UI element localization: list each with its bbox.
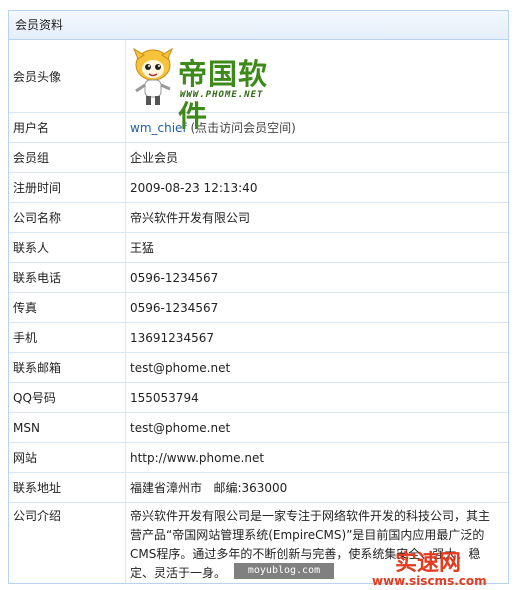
mascot-icon bbox=[132, 47, 174, 105]
group-label: 会员组 bbox=[9, 142, 126, 173]
row-group: 会员组 企业会员 bbox=[9, 142, 508, 173]
mobile-value: 13691234567 bbox=[125, 322, 508, 353]
phone-value: 0596-1234567 bbox=[125, 262, 508, 293]
website-label: 网站 bbox=[9, 442, 126, 473]
fax-label: 传真 bbox=[9, 292, 126, 323]
watermark-siscms-url: www.siscms.com bbox=[372, 574, 487, 588]
avatar-label: 会员头像 bbox=[9, 40, 126, 113]
website-value: http://www.phome.net bbox=[125, 442, 508, 473]
contact-label: 联系人 bbox=[9, 232, 126, 263]
address-value: 福建省漳州市 邮编:363000 bbox=[125, 472, 508, 503]
address-label: 联系地址 bbox=[9, 472, 126, 503]
regtime-label: 注册时间 bbox=[9, 172, 126, 203]
qq-value: 155053794 bbox=[125, 382, 508, 413]
fax-value: 0596-1234567 bbox=[125, 292, 508, 323]
row-email: 联系邮箱 test@phome.net bbox=[9, 352, 508, 383]
row-avatar: 会员头像 帝国软件 WWW.PHOME.NET bbox=[9, 40, 509, 133]
logo-subtext: WWW.PHOME.NET bbox=[180, 90, 264, 100]
group-value: 企业会员 bbox=[125, 142, 508, 173]
row-regtime: 注册时间 2009-08-23 12:13:40 bbox=[9, 172, 508, 203]
contact-value: 王猛 bbox=[125, 232, 508, 263]
email-label: 联系邮箱 bbox=[9, 352, 126, 383]
row-contact: 联系人 王猛 bbox=[9, 232, 508, 263]
row-mobile: 手机 13691234567 bbox=[9, 322, 508, 353]
regtime-value: 2009-08-23 12:13:40 bbox=[125, 172, 508, 203]
intro-label: 公司介绍 bbox=[9, 502, 126, 583]
email-value: test@phome.net bbox=[125, 352, 508, 383]
row-phone: 联系电话 0596-1234567 bbox=[9, 262, 508, 293]
row-address: 联系地址 福建省漳州市 邮编:363000 bbox=[9, 472, 508, 503]
company-label: 公司名称 bbox=[9, 202, 126, 233]
watermark-siscms-title: 实速网 bbox=[395, 551, 462, 576]
row-qq: QQ号码 155053794 bbox=[9, 382, 508, 413]
row-msn: MSN test@phome.net bbox=[9, 412, 508, 443]
avatar-logo: 帝国软件 WWW.PHOME.NET bbox=[130, 45, 295, 133]
watermark-moyublog: moyublog.com bbox=[234, 563, 334, 579]
qq-label: QQ号码 bbox=[9, 382, 126, 413]
avatar-cell: 帝国软件 WWW.PHOME.NET bbox=[126, 40, 509, 133]
row-website: 网站 http://www.phome.net bbox=[9, 442, 508, 473]
mobile-label: 手机 bbox=[9, 322, 126, 353]
member-profile-panel: 会员资料 会员头像 帝国软件 WWW.PHOME.NET 用户名 wm_chie… bbox=[8, 10, 509, 584]
phone-label: 联系电话 bbox=[9, 262, 126, 293]
msn-value: test@phome.net bbox=[125, 412, 508, 443]
username-label: 用户名 bbox=[9, 112, 126, 143]
msn-label: MSN bbox=[9, 412, 126, 443]
row-fax: 传真 0596-1234567 bbox=[9, 292, 508, 323]
panel-title: 会员资料 bbox=[9, 11, 508, 40]
row-company: 公司名称 帝兴软件开发有限公司 bbox=[9, 202, 508, 233]
company-value: 帝兴软件开发有限公司 bbox=[125, 202, 508, 233]
profile-table: 会员头像 帝国软件 WWW.PHOME.NET 用户名 wm_chief (点击… bbox=[9, 40, 508, 583]
